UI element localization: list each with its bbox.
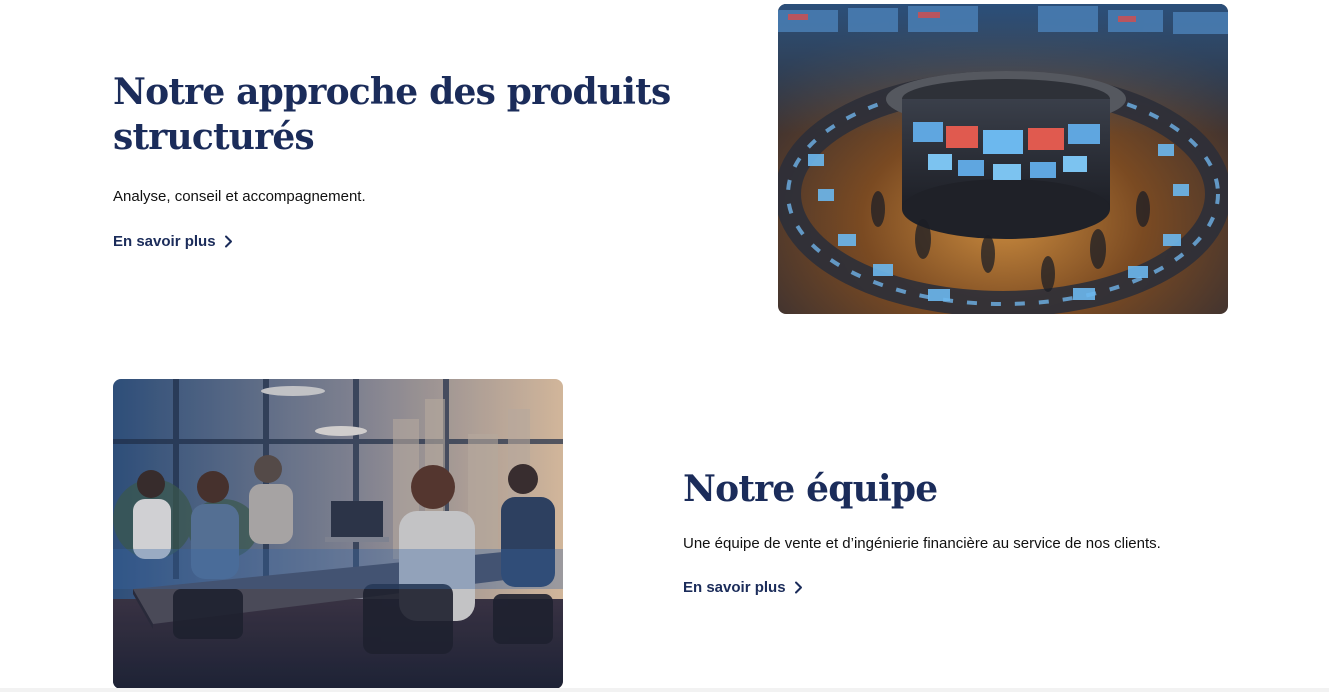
team-meeting-image: [113, 379, 563, 689]
products-text-block: Notre approche des produits structurés A…: [113, 70, 673, 251]
products-learn-more-link[interactable]: En savoir plus: [113, 233, 233, 250]
team-description: Une équipe de vente et d’ingénierie fina…: [683, 535, 1161, 552]
team-heading: Notre équipe: [683, 468, 938, 510]
products-learn-more-label: En savoir plus: [113, 233, 216, 250]
team-learn-more-label: En savoir plus: [683, 579, 786, 596]
trading-floor-image: [778, 4, 1228, 314]
chevron-right-icon: [794, 581, 802, 594]
products-heading: Notre approche des produits structurés: [113, 71, 671, 158]
team-learn-more-link[interactable]: En savoir plus: [683, 579, 803, 596]
chevron-right-icon: [224, 235, 232, 248]
products-description: Analyse, conseil et accompagnement.: [113, 188, 366, 205]
bottom-divider: [0, 688, 1329, 692]
team-text-block: Notre équipe Une équipe de vente et d’in…: [683, 467, 1243, 597]
